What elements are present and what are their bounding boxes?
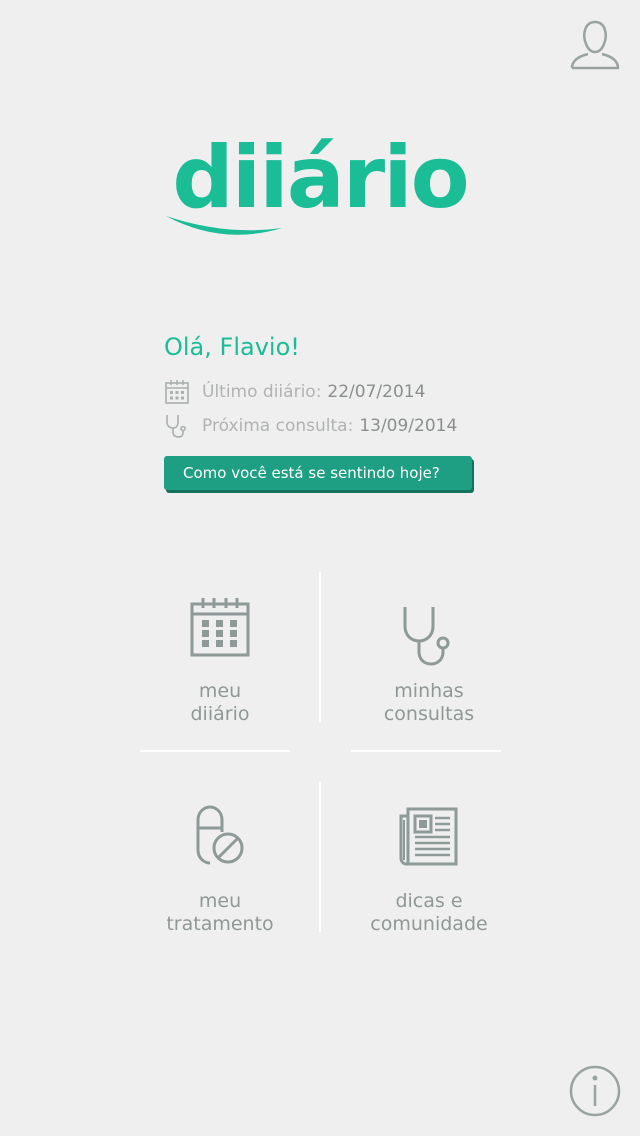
tile-label-line2: diiário bbox=[190, 703, 250, 725]
app-logo: diiário bbox=[160, 128, 480, 246]
pill-icon bbox=[196, 805, 244, 865]
grid-divider-horizontal-left bbox=[140, 750, 290, 752]
tile-label-line2: comunidade bbox=[370, 913, 488, 935]
grid-divider-vertical-bottom bbox=[319, 782, 321, 932]
last-diary-value: 22/07/2014 bbox=[327, 382, 426, 402]
tile-label-line2: consultas bbox=[383, 703, 475, 725]
user-icon bbox=[570, 20, 620, 70]
info-button[interactable] bbox=[568, 1064, 622, 1118]
tile-my-appointments[interactable]: minhas consultas bbox=[339, 590, 519, 740]
tile-my-treatment[interactable]: meu tratamento bbox=[130, 800, 310, 950]
how-are-you-feeling-button[interactable]: Como você está se sentindo hoje? bbox=[164, 456, 472, 490]
tile-label-line1: meu bbox=[198, 680, 242, 702]
tile-label-line1: meu bbox=[198, 890, 242, 912]
info-icon bbox=[569, 1065, 621, 1117]
calendar-icon bbox=[190, 598, 250, 657]
tile-my-diary[interactable]: meu diiário bbox=[130, 590, 310, 740]
tile-label-line2: tratamento bbox=[166, 913, 274, 935]
next-appointment-row: Próxima consulta: 13/09/2014 bbox=[164, 412, 457, 440]
stethoscope-icon bbox=[403, 607, 450, 666]
logo-smile-icon bbox=[166, 216, 282, 235]
last-diary-row: Último diiário: 22/07/2014 bbox=[164, 378, 425, 406]
tile-label-line1: dicas e bbox=[395, 890, 463, 912]
grid-divider-horizontal-right bbox=[351, 750, 501, 752]
profile-button[interactable] bbox=[566, 16, 624, 74]
stethoscope-icon bbox=[166, 415, 186, 438]
last-diary-label: Último diiário: bbox=[202, 382, 322, 402]
tile-label-line1: minhas bbox=[394, 680, 464, 702]
next-appointment-label: Próxima consulta: bbox=[202, 416, 354, 436]
grid-divider-vertical-top bbox=[319, 572, 321, 722]
calendar-icon bbox=[165, 380, 189, 404]
next-appointment-value: 13/09/2014 bbox=[359, 416, 458, 436]
greeting-text: Olá, Flavio! bbox=[164, 333, 300, 361]
newspaper-icon bbox=[399, 807, 458, 866]
tile-tips-and-community[interactable]: dicas e comunidade bbox=[339, 800, 519, 950]
